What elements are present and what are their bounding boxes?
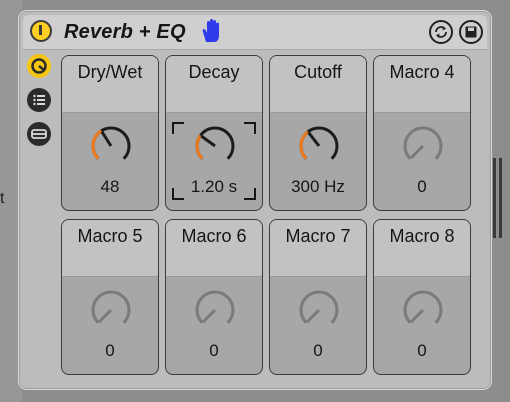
knob-track (299, 290, 339, 324)
selection-corner (244, 122, 256, 134)
macro-value: 0 (417, 177, 427, 196)
knob-needle (307, 131, 321, 147)
macro-knob[interactable] (81, 288, 141, 348)
scrollbar-rail (499, 158, 502, 238)
knob-needle (409, 144, 425, 160)
knob-fill (195, 134, 204, 160)
macro-label: Macro 5 (77, 226, 143, 246)
device-titlebar: Reverb + EQ (23, 15, 487, 50)
selection-corner (172, 188, 184, 200)
knob-track (91, 290, 131, 324)
macro-6[interactable]: Macro 6 0 (165, 219, 263, 375)
macro-label: Dry/Wet (77, 62, 143, 82)
macro-label: Macro 7 (285, 226, 351, 246)
macro-value: 0 (105, 341, 115, 360)
knob-needle (200, 134, 216, 148)
macro-knob[interactable] (185, 288, 245, 348)
macro-value: 0 (417, 341, 427, 360)
knob-needle (97, 308, 113, 324)
chain-list-icon[interactable] (27, 88, 51, 112)
scrollbar[interactable] (491, 158, 507, 238)
macro-knob[interactable] (289, 288, 349, 348)
macro-knob[interactable] (81, 124, 141, 184)
macro-label: Cutoff (294, 62, 342, 82)
macro-knob[interactable] (393, 288, 453, 348)
rack-sidebar (25, 53, 55, 383)
macro-7[interactable]: Macro 7 0 (269, 219, 367, 375)
macro-value: 0 (313, 341, 323, 360)
knob-needle (201, 308, 217, 324)
sync-icon[interactable] (429, 20, 453, 44)
knob-track (195, 126, 235, 160)
selection-corner (244, 188, 256, 200)
macro-value: 48 (100, 177, 120, 196)
background-text-fragment: t (0, 190, 5, 207)
scrollbar-rail (493, 158, 496, 238)
knob-track (403, 126, 443, 160)
knob-track (403, 290, 443, 324)
hand-icon (202, 19, 219, 42)
macro-label: Macro 6 (181, 226, 247, 246)
macro-knob[interactable] (393, 124, 453, 184)
knob-needle (409, 308, 425, 324)
power-icon[interactable] (30, 20, 52, 42)
macro-1[interactable]: Dry/Wet 48 (61, 55, 159, 211)
selection-corner (172, 122, 184, 134)
knob-needle (100, 130, 113, 147)
device-title[interactable]: Reverb + EQ (64, 19, 186, 45)
macro-label: Macro 8 (389, 226, 455, 246)
macro-knob[interactable] (289, 124, 349, 184)
macro-label: Macro 4 (389, 62, 455, 82)
macro-8[interactable]: Macro 8 0 (373, 219, 471, 375)
knob-fill (91, 129, 103, 160)
macro-value: 300 Hz (291, 177, 345, 196)
macro-label: Decay (188, 62, 240, 82)
save-icon[interactable] (459, 20, 483, 44)
devices-view-icon[interactable] (27, 122, 51, 146)
knob-track (195, 290, 235, 324)
macro-5[interactable]: Macro 5 0 (61, 219, 159, 375)
macro-3[interactable]: Cutoff 300 Hz (269, 55, 367, 211)
macro-4[interactable]: Macro 4 0 (373, 55, 471, 211)
knob-needle (305, 308, 321, 324)
knob-fill (299, 130, 309, 160)
macro-knob[interactable] (185, 124, 245, 184)
macro-value: 0 (209, 341, 219, 360)
macro-view-icon[interactable] (27, 54, 51, 78)
macro-2[interactable]: Decay 1.20 s (165, 55, 263, 211)
